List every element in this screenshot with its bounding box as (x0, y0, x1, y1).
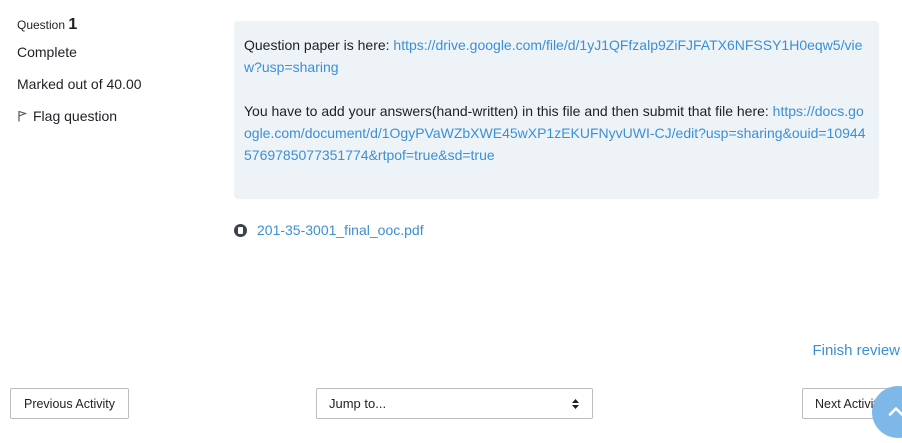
paragraph-2-text: You have to add your answers(hand-writte… (244, 103, 769, 119)
jump-to-label: Jump to... (329, 396, 387, 411)
question-info: Question 1 Complete Marked out of 40.00 … (17, 16, 217, 124)
question-paragraph-2: You have to add your answers(hand-writte… (244, 100, 869, 166)
question-number-value: 1 (68, 16, 78, 33)
chevron-up-icon (888, 403, 902, 421)
jump-to-select[interactable]: Jump to... (316, 388, 593, 419)
question-grade: Marked out of 40.00 (17, 76, 142, 92)
question-number-label: Question (17, 18, 66, 32)
paragraph-1-text: Question paper is here: (244, 37, 390, 53)
question-number: Question 1 (17, 16, 217, 34)
previous-activity-label: Previous Activity (23, 396, 115, 411)
previous-activity-button[interactable]: Previous Activity (10, 388, 129, 419)
attachment-link[interactable]: 201-35-3001_final_ooc.pdf (257, 222, 424, 238)
attachment: 201-35-3001_final_ooc.pdf (234, 222, 424, 238)
flag-question-button[interactable]: Flag question (17, 108, 217, 124)
finish-review-link[interactable]: Finish review (812, 342, 900, 359)
question-state: Complete (17, 44, 77, 60)
question-text: Question paper is here: https://drive.go… (234, 21, 879, 199)
file-icon (234, 223, 247, 237)
question-paragraph-1: Question paper is here: https://drive.go… (244, 34, 869, 78)
select-arrows-icon (571, 398, 580, 410)
flag-question-label: Flag question (33, 108, 118, 124)
quiz-review-page: Question 1 Complete Marked out of 40.00 … (0, 0, 902, 443)
flag-icon (17, 110, 27, 122)
